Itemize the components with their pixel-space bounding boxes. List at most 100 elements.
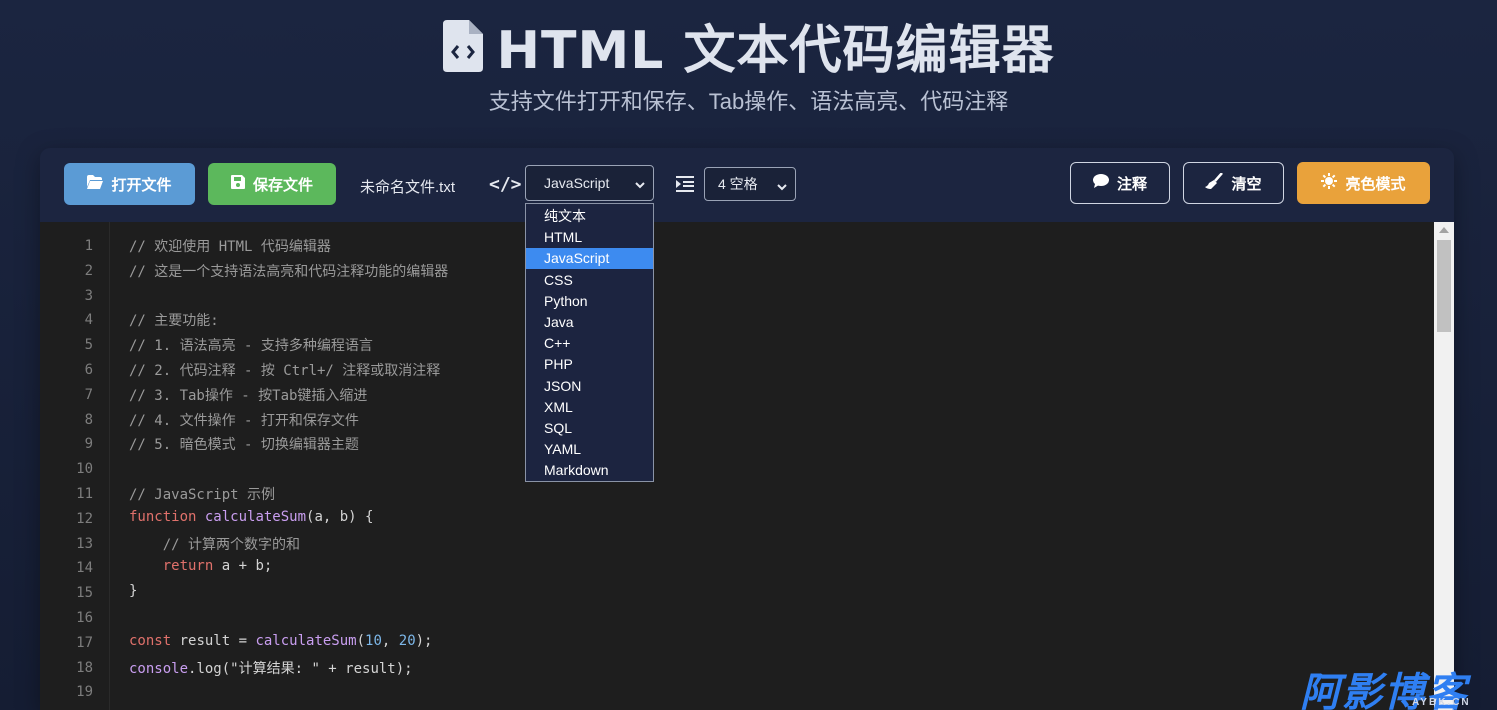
page-subtitle: 支持文件打开和保存、Tab操作、语法高亮、代码注释 [488,89,1009,114]
code-token: (a, b) { [306,508,374,525]
watermark-logo: 阿影博客 AYBK.CN [1300,660,1497,710]
language-option[interactable]: JavaScript [526,248,653,270]
open-file-label: 打开文件 [111,176,172,194]
save-file-label: 保存文件 [252,176,313,194]
save-file-button[interactable]: 保存文件 [208,163,336,205]
page-title: HTML 文本代码编辑器 [496,21,1055,81]
scroll-thumb[interactable] [1437,240,1451,332]
comment-button[interactable]: 注释 [1070,162,1170,204]
line-number: 12 [76,510,93,527]
code-token: const [129,632,172,649]
vertical-scrollbar[interactable] [1434,222,1454,710]
clear-button[interactable]: 清空 [1183,162,1284,204]
code-token: // 3. Tab操作 - 按Tab键插入缩进 [129,387,368,404]
clear-label: 清空 [1231,175,1262,193]
language-option[interactable]: HTML [526,227,653,248]
code-line: // 计算两个数字的和 [129,534,300,554]
watermark-subtext: AYBK.CN [1412,697,1471,708]
line-number: 7 [84,386,93,403]
language-option[interactable]: PHP [526,354,653,375]
line-number: 15 [76,585,93,602]
language-option[interactable]: XML [526,397,653,418]
line-number-gutter: 1 2 3 4 5 6 7 8 9 10 11 12 13 14 15 16 17 18 19 [40,222,110,710]
line-number: 14 [76,560,93,577]
code-token: // 2. 代码注释 - 按 Ctrl+/ 注释或取消注释 [129,363,441,379]
code-token: // 1. 语法高亮 - 支持多种编程语言 [129,338,373,355]
line-number: 10 [76,461,93,478]
language-option[interactable]: Markdown [526,460,653,481]
code-token: // JavaScript 示例 [129,487,276,503]
language-select[interactable]: JavaScript [525,165,654,201]
code-token: , [381,632,399,649]
indent-select-value: 4 空格 [718,176,758,192]
code-line: // JavaScript 示例 [129,484,275,504]
code-line: // 5. 暗色模式 - 切换编辑器主题 [129,434,359,454]
code-token: // 4. 文件操作 - 打开和保存文件 [129,412,359,429]
code-line: // 主要功能: [129,310,219,330]
line-number: 2 [84,262,93,279]
code-token: ); [415,632,433,649]
folder-open-icon [87,175,104,193]
line-number: 1 [84,238,93,254]
floppy-disk-icon [230,175,245,193]
code-line: function calculateSum(a, b) { [129,509,373,525]
code-line: // 欢迎使用 HTML 代码编辑器 [129,236,331,256]
line-number: 18 [76,659,93,676]
broom-icon [1205,172,1224,193]
language-select-value: JavaScript [544,175,610,191]
line-number: 17 [76,634,93,651]
chevron-down-icon [635,177,645,189]
code-editor[interactable]: 1 2 3 4 5 6 7 8 9 10 11 12 13 14 15 16 17 18 19 // 欢迎使用 HT… [40,222,1454,710]
sun-icon [1321,173,1338,193]
line-number: 6 [84,362,93,378]
line-number: 16 [76,610,93,626]
code-token: 10 [365,632,382,649]
code-token: result = [171,632,256,649]
code-token: calculateSum [204,508,307,525]
language-option[interactable]: 纯文本 [526,206,653,227]
toolbar: 打开文件 保存文件 未命名文件.txt </> JavaScript 4 空格 [40,148,1454,222]
code-token: } [129,583,138,600]
code-line: const result = calculateSum(10, 20); [129,633,432,649]
code-line: console.log("计算结果: " + result); [129,658,413,678]
open-file-button[interactable]: 打开文件 [64,163,195,205]
language-option[interactable]: JSON [526,376,653,397]
indent-icon [676,176,694,192]
code-token: a + b; [213,558,273,575]
code-token: calculateSum [255,632,357,649]
code-token: return [162,558,214,575]
code-line: // 这是一个支持语法高亮和代码注释功能的编辑器 [129,261,448,281]
code-line: // 4. 文件操作 - 打开和保存文件 [129,410,359,430]
speech-bubble-icon [1092,174,1109,192]
indent-select[interactable]: 4 空格 [704,167,796,201]
code-line: // 3. Tab操作 - 按Tab键插入缩进 [129,385,367,405]
code-token: // 主要功能: [129,313,219,330]
code-token: console [129,660,189,677]
line-number: 8 [84,411,93,428]
code-token: 20 [398,632,416,649]
code-token: // 欢迎使用 HTML 代码编辑器 [129,239,331,255]
code-token: ( [356,632,366,649]
language-option[interactable]: SQL [526,418,653,439]
title-row: HTML 文本代码编辑器 [0,8,1497,83]
language-option[interactable]: CSS [526,270,653,291]
language-option[interactable]: Python [526,291,653,312]
line-number: 3 [84,287,93,304]
language-option[interactable]: C++ [526,333,653,354]
language-dropdown-menu[interactable]: 纯文本 HTML JavaScript CSS Python Java C++ PHP JSON… [525,203,654,482]
code-token: function [129,508,197,525]
code-line: // 1. 语法高亮 - 支持多种编程语言 [129,335,373,355]
language-option[interactable]: YAML [526,439,653,460]
line-number: 4 [84,312,93,329]
line-number: 19 [76,684,93,701]
language-option[interactable]: Java [526,312,653,333]
code-line: } [129,583,137,599]
line-number: 13 [76,535,93,552]
comment-label: 注释 [1116,175,1147,193]
code-line: // 2. 代码注释 - 按 Ctrl+/ 注释或取消注释 [129,360,440,380]
scroll-up-arrow-icon[interactable] [1439,227,1449,233]
editor-panel: 打开文件 保存文件 未命名文件.txt </> JavaScript 4 空格 [40,148,1454,710]
light-mode-button[interactable]: 亮色模式 [1297,162,1430,204]
